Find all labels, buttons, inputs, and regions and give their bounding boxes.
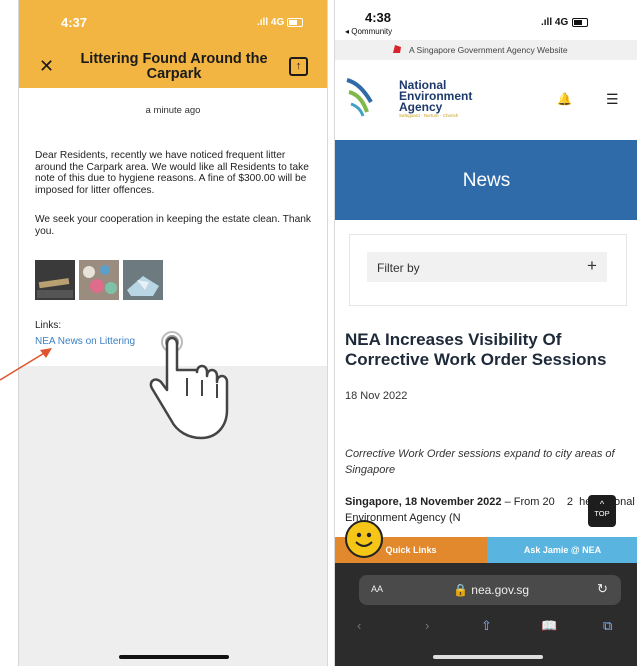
notice-title: Littering Found Around the Carpark — [80, 51, 268, 82]
back-to-top-button[interactable]: ^ TOP — [588, 495, 616, 527]
filter-label: Filter by — [377, 261, 420, 275]
tap-hand-icon — [149, 331, 229, 440]
close-icon[interactable]: ✕ — [39, 56, 54, 77]
litter-photo-thumbnail[interactable] — [35, 260, 75, 300]
menu-icon[interactable]: ☰ — [606, 91, 619, 108]
agency-name[interactable]: National Environment Agency — [399, 79, 489, 113]
lion-head-icon — [393, 45, 401, 53]
agency-tagline: Safeguard · Nurture · Cherish — [399, 113, 459, 118]
left-phone-screen: 4:37 .ıll 4G ✕ Littering Found Around th… — [18, 0, 328, 666]
ask-jamie-button[interactable]: Ask Jamie @ NEA — [487, 537, 637, 563]
notice-message-paragraph: Dear Residents, recently we have noticed… — [35, 150, 309, 196]
status-time: 4:38 — [365, 10, 392, 25]
litter-photo-thumbnail[interactable] — [79, 260, 119, 300]
bookmarks-icon[interactable]: 📖 — [541, 618, 557, 634]
gov-banner-text: A Singapore Government Agency Website — [409, 45, 568, 55]
reload-icon[interactable]: ↻ — [597, 581, 608, 597]
article-summary: Corrective Work Order sessions expand to… — [345, 448, 615, 476]
network-indicator: .ıll 4G — [257, 17, 285, 28]
plus-icon[interactable]: + — [587, 256, 597, 276]
share-icon[interactable]: ↑ — [289, 57, 308, 76]
share-icon[interactable]: ⇧ — [481, 618, 492, 634]
litter-photo-thumbnail[interactable] — [123, 260, 163, 300]
article-date: 18 Nov 2022 — [345, 390, 408, 402]
battery-icon — [572, 18, 588, 27]
url-text: 🔒 nea.gov.sg — [453, 583, 530, 597]
back-icon[interactable]: ‹ — [357, 618, 361, 633]
notice-message-paragraph: We seek your cooperation in keeping the … — [35, 214, 311, 237]
status-time: 4:37 — [61, 15, 88, 30]
smiley-icon[interactable] — [345, 520, 383, 558]
pointer-arrow-icon — [0, 348, 52, 381]
bell-icon[interactable]: 🔔 — [557, 92, 572, 106]
text-size-button[interactable]: AA — [371, 584, 383, 594]
battery-icon — [287, 18, 303, 27]
notice-timestamp: a minute ago — [145, 105, 201, 116]
forward-icon[interactable]: › — [425, 618, 429, 633]
home-indicator — [433, 655, 543, 659]
nea-logo-icon[interactable] — [345, 72, 377, 118]
back-to-app-link[interactable]: ◂ Qommunity — [345, 27, 392, 36]
right-phone-screen: 4:38 ◂ Qommunity .ıll 4G A Singapore Gov… — [334, 0, 637, 666]
article-headline: NEA Increases Visibility Of Corrective W… — [345, 330, 607, 369]
home-indicator — [119, 655, 229, 659]
links-label: Links: — [35, 320, 62, 331]
tabs-icon[interactable]: ⧉ — [603, 618, 612, 634]
page-title: News — [462, 170, 511, 191]
network-indicator: .ıll 4G — [541, 17, 569, 28]
